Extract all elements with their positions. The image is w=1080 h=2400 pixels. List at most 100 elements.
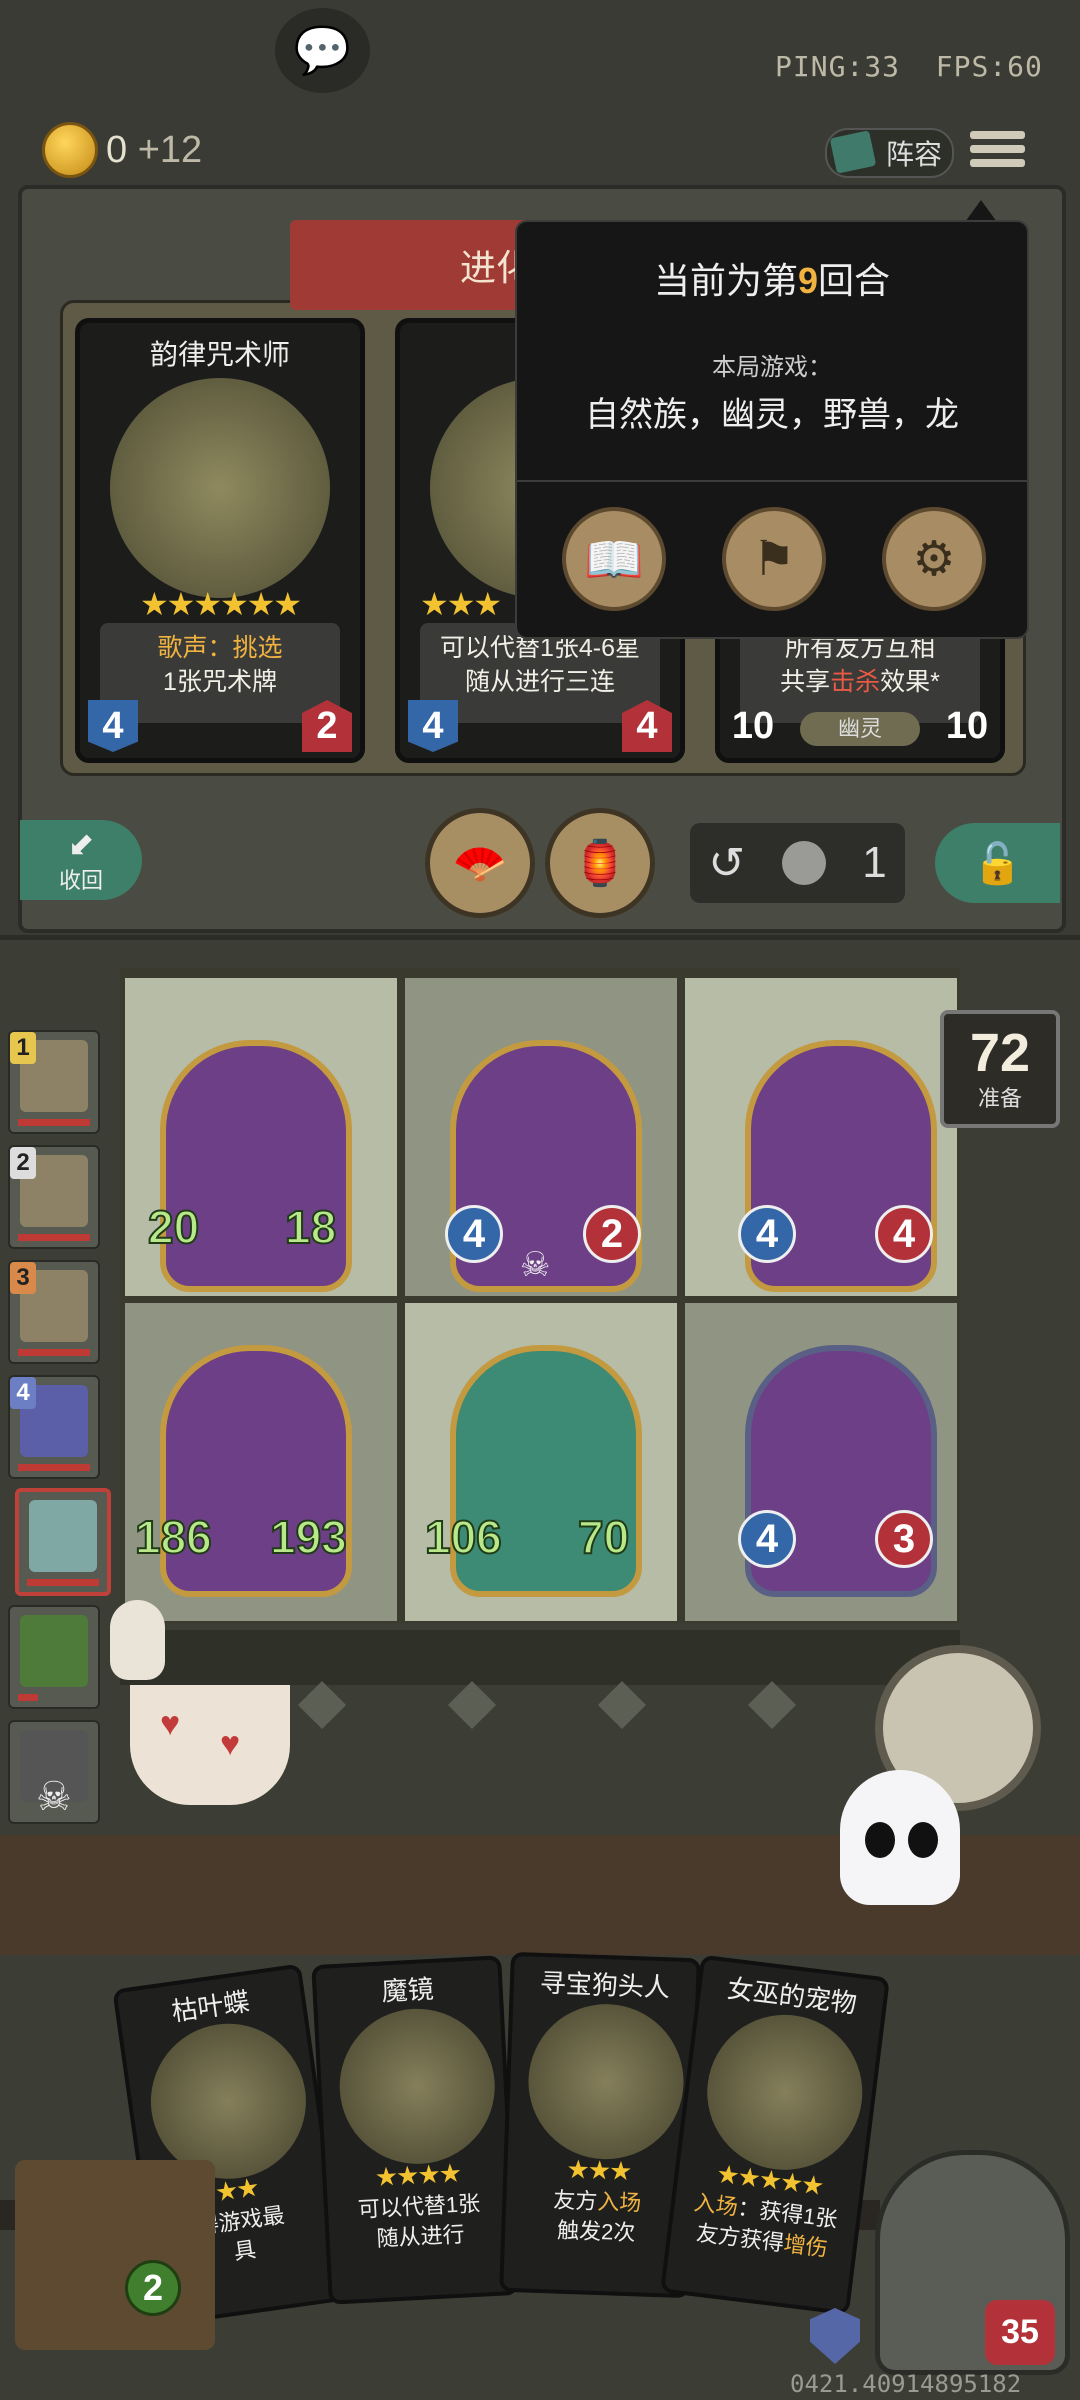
card-attack: 10 xyxy=(731,704,775,747)
card-portrait xyxy=(110,378,330,598)
rabbit-figurine xyxy=(110,1600,165,1680)
card-attack: 4 xyxy=(408,700,458,752)
desc-line: 效果* xyxy=(880,668,940,696)
player-health-bar xyxy=(18,1119,90,1126)
arrow-down-left-icon: ⬋ xyxy=(67,826,95,862)
game-info-popup: 当前为第9回合 本局游戏： 自然族，幽灵，野兽，龙 📖 ⚑ ⚙ xyxy=(515,220,1029,639)
tavern-upgrade-button[interactable] xyxy=(15,2160,215,2350)
player-slot-7[interactable]: ☠ xyxy=(8,1720,100,1824)
menu-hamburger-icon[interactable] xyxy=(970,125,1025,177)
lineup-button[interactable]: 阵容 xyxy=(825,128,954,178)
chat-icon[interactable]: 💬 xyxy=(275,8,370,93)
player-rank: 3 xyxy=(10,1262,36,1294)
rulebook-icon[interactable]: 📖 xyxy=(562,507,666,611)
gold-display: 0 +12 xyxy=(42,122,202,178)
player-slot-3[interactable]: 3 xyxy=(8,1260,100,1364)
desc-keyword: 歌声： xyxy=(157,634,233,662)
player-slot-2[interactable]: 2 xyxy=(8,1145,100,1249)
player-slot-self[interactable] xyxy=(15,1488,111,1596)
gold-amount: 0 xyxy=(106,128,128,171)
prep-timer: 72 准备 xyxy=(940,1010,1060,1128)
card-stars: ★★★★★★ xyxy=(139,586,302,622)
minion-health: 2 xyxy=(583,1205,641,1263)
avatar xyxy=(29,1500,97,1572)
gold-coin-icon xyxy=(42,122,98,178)
popup-pointer xyxy=(965,200,997,222)
fps-readout: FPS:60 xyxy=(935,50,1043,83)
card-description: 可以代替1张 随从进行 xyxy=(337,2188,502,2256)
desc-highlight: 入场 xyxy=(692,2189,740,2220)
ghost-eye xyxy=(908,1822,938,1858)
minion-health: 3 xyxy=(875,1510,933,1568)
timer-label: 准备 xyxy=(977,1086,1022,1111)
desc-highlight: 增伤 xyxy=(782,2230,830,2262)
player-slot-6[interactable] xyxy=(8,1605,100,1709)
card-portrait xyxy=(698,2006,872,2179)
desc-line: 友方 xyxy=(552,2187,598,2214)
card-portrait xyxy=(335,2004,499,2168)
minion-health: 4 xyxy=(875,1205,933,1263)
lock-icon: 🔓 xyxy=(972,841,1023,886)
lineup-label: 阵容 xyxy=(885,139,942,170)
heart-icon: ♥ xyxy=(220,1725,241,1763)
teacup-decoration: ♥ ♥ xyxy=(130,1685,290,1805)
ping-readout: PING:33 xyxy=(775,50,901,83)
minion-health: 70 xyxy=(577,1510,630,1564)
minion-health: 18 xyxy=(284,1200,337,1254)
surrender-flag-icon[interactable]: ⚑ xyxy=(722,507,826,611)
gear-icon[interactable]: ⚙ xyxy=(882,507,986,611)
recall-button[interactable]: ⬋ 收回 xyxy=(20,820,142,900)
card-stars: ★★★ xyxy=(565,2153,631,2187)
evolve-banner: 进化 xyxy=(290,220,550,310)
offer-card-1[interactable]: 韵律咒术师 ★★★★★★ 歌声：挑选 1张咒术牌 4 2 xyxy=(75,318,365,763)
refresh-cost: 1 xyxy=(862,838,887,887)
player-slot-1[interactable]: 1 xyxy=(8,1030,100,1134)
game-label: 本局游戏： xyxy=(712,354,832,381)
recall-label: 收回 xyxy=(58,868,103,893)
minion-attack: 106 xyxy=(424,1510,503,1564)
board-minion-1[interactable] xyxy=(160,1040,352,1292)
ghost-eye xyxy=(865,1822,895,1858)
desc-highlight: 击杀 xyxy=(830,668,881,696)
gold-income: +12 xyxy=(137,128,203,171)
minion-attack: 4 xyxy=(738,1510,796,1568)
network-stats: PING:33 FPS:60 xyxy=(775,50,1043,83)
minion-health: 193 xyxy=(269,1510,348,1564)
game-tribes: 自然族，幽灵，野兽，龙 xyxy=(585,396,959,434)
player-rank: 2 xyxy=(10,1147,36,1179)
board-shelf xyxy=(120,1630,960,1685)
desc-line: 友方获得 xyxy=(694,2220,786,2256)
minion-attack: 4 xyxy=(445,1205,503,1263)
desc-line: 随从进行 xyxy=(375,2221,466,2252)
player-health-bar xyxy=(27,1579,99,1586)
hand-card-2[interactable]: 魔镜 ★★★★ 可以代替1张 随从进行 xyxy=(311,1955,519,2305)
popup-divider xyxy=(517,480,1027,482)
player-health-bar xyxy=(18,1234,90,1241)
desc-line: 1张咒术牌 xyxy=(163,668,277,696)
desc-line: 随从进行三连 xyxy=(464,668,615,696)
desc-line: 共享 xyxy=(780,668,831,696)
round-indicator: 当前为第9回合 xyxy=(517,252,1027,304)
fan-skill-icon[interactable]: 🪭 xyxy=(425,808,535,918)
coin-cost-icon xyxy=(781,841,826,885)
player-rank: 1 xyxy=(10,1032,36,1064)
desc-line: 具 xyxy=(232,2236,258,2265)
card-portrait xyxy=(525,2001,687,2162)
heart-icon: ♥ xyxy=(160,1705,181,1743)
skull-icon: ☠ xyxy=(520,1246,551,1284)
build-version: 0421.40914895182 xyxy=(790,2370,1022,2398)
player-slot-4[interactable]: 4 xyxy=(8,1375,100,1479)
round-number: 9 xyxy=(797,260,819,301)
player-health-bar xyxy=(18,1694,38,1701)
skull-icon: ☠ xyxy=(36,1775,72,1819)
desc-highlight: 挑选 xyxy=(232,634,283,662)
ghost-mascot[interactable] xyxy=(840,1770,960,1905)
player-rank: 4 xyxy=(10,1377,36,1409)
refresh-button[interactable]: ↺ 1 xyxy=(690,823,905,903)
lock-shop-button[interactable]: 🔓 xyxy=(935,823,1060,903)
minion-attack: 20 xyxy=(147,1200,200,1254)
round-text: 当前为第 xyxy=(653,260,798,301)
hero-health: 35 xyxy=(985,2300,1055,2365)
lantern-skill-icon[interactable]: 🏮 xyxy=(545,808,655,918)
card-tribe-tag: 幽灵 xyxy=(800,712,920,746)
